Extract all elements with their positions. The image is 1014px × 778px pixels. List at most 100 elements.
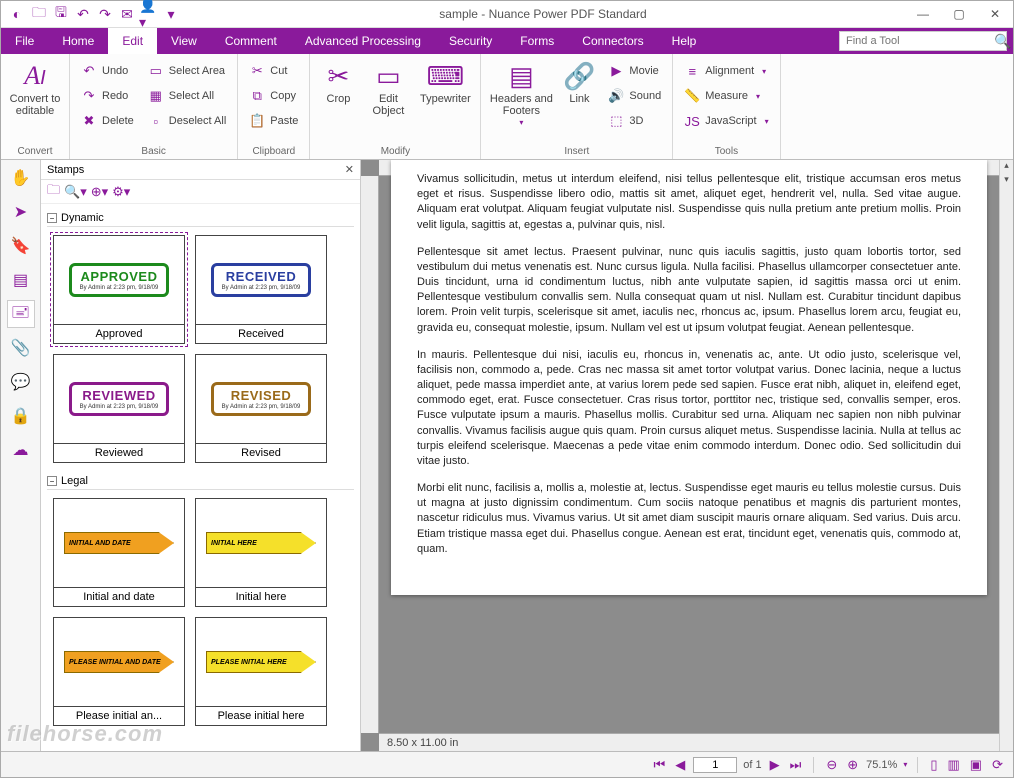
stamp-please-initial-here[interactable]: PLEASE INITIAL HEREPlease initial here	[195, 617, 327, 726]
sound-button[interactable]: 🔊Sound	[605, 85, 664, 107]
find-tool[interactable]: 🔍	[839, 31, 1007, 51]
zoom-out-icon[interactable]: ⊖	[824, 757, 839, 773]
menu-advanced-processing[interactable]: Advanced Processing	[291, 28, 435, 54]
convert-to-editable-button[interactable]: AI Convert to editable	[7, 58, 63, 121]
search-icon[interactable]: 🔍	[994, 33, 1011, 50]
stamp-please-initial-an-[interactable]: PLEASE INITIAL AND DATEPlease initial an…	[53, 617, 185, 726]
menu-forms[interactable]: Forms	[506, 28, 568, 54]
javascript-button[interactable]: JSJavaScript▾	[681, 110, 771, 132]
user-icon[interactable]: 👤▾	[139, 4, 159, 24]
stamps-settings-icon[interactable]: ⚙▾	[112, 184, 130, 200]
scrollbar-vertical[interactable]: ▴ ▾	[999, 160, 1013, 751]
ribbon-group-modify: ✂Crop ▭Edit Object ⌨Typewriter Modify	[310, 54, 481, 159]
copy-icon: ⧉	[249, 88, 265, 104]
panel-close-icon[interactable]: ✕	[345, 163, 354, 176]
app-icon: ◐	[7, 4, 27, 24]
typewriter-button[interactable]: ⌨Typewriter	[416, 58, 474, 109]
copy-button[interactable]: ⧉Copy	[246, 85, 301, 107]
next-page-icon[interactable]: ▶	[768, 757, 782, 773]
crop-button[interactable]: ✂Crop	[316, 58, 360, 109]
collapse-icon[interactable]: −	[47, 213, 57, 223]
deselect-all-button[interactable]: ▫Deselect All	[145, 110, 229, 132]
select-all-button[interactable]: ▦Select All	[145, 85, 229, 107]
security-rail-icon[interactable]: 🔒	[7, 402, 35, 430]
sound-icon: 🔊	[608, 88, 624, 104]
menu-help[interactable]: Help	[658, 28, 711, 54]
qat-dropdown-icon[interactable]: ▾	[161, 4, 181, 24]
collapse-icon[interactable]: −	[47, 476, 57, 486]
document-page[interactable]: Vivamus sollicitudin, metus ut interdum …	[391, 160, 987, 595]
menu-home[interactable]: Home	[48, 28, 108, 54]
headers-footers-button[interactable]: ▤Headers and Footers▾	[487, 58, 555, 132]
category-legal-header[interactable]: −Legal	[47, 473, 354, 490]
edit-object-button[interactable]: ▭Edit Object	[364, 58, 412, 121]
select-area-button[interactable]: ▭Select Area	[145, 60, 229, 82]
minimize-button[interactable]: —	[905, 1, 941, 27]
open-icon[interactable]: 🗀	[29, 4, 49, 24]
stamps-folder-icon[interactable]: 🗀	[47, 181, 60, 203]
menu-view[interactable]: View	[157, 28, 211, 54]
last-page-icon[interactable]: ⏭	[788, 757, 804, 773]
movie-button[interactable]: ▶Movie	[605, 60, 664, 82]
crop-icon: ✂	[328, 62, 350, 91]
paste-button[interactable]: 📋Paste	[246, 110, 301, 132]
stamps-add-icon[interactable]: ⊕▾	[91, 184, 108, 200]
paste-icon: 📋	[249, 113, 265, 129]
view-rotate-icon[interactable]: ⟳	[990, 757, 1005, 773]
attachments-icon[interactable]: 📎	[7, 334, 35, 362]
stamp-received[interactable]: RECEIVEDBy Admin at 2:23 pm, 9/18/09Rece…	[195, 235, 327, 344]
stamp-approved[interactable]: APPROVEDBy Admin at 2:23 pm, 9/18/09Appr…	[53, 235, 185, 344]
cut-button[interactable]: ✂Cut	[246, 60, 301, 82]
category-dynamic-header[interactable]: −Dynamic	[47, 210, 354, 227]
zoom-in-icon[interactable]: ⊕	[845, 757, 860, 773]
alignment-button[interactable]: ≡Alignment▾	[681, 60, 771, 82]
menu-edit[interactable]: Edit	[108, 28, 157, 54]
pages-icon[interactable]: ▤	[7, 266, 35, 294]
stamps-search-icon[interactable]: 🔍▾	[64, 184, 87, 200]
stamp-reviewed[interactable]: REVIEWEDBy Admin at 2:23 pm, 9/18/09Revi…	[53, 354, 185, 463]
menu-file[interactable]: File	[1, 28, 48, 54]
view-continuous-icon[interactable]: ▥	[946, 757, 962, 773]
first-page-icon[interactable]: ⏮	[652, 757, 668, 773]
menu-security[interactable]: Security	[435, 28, 506, 54]
delete-icon: ✖	[81, 113, 97, 129]
stamp-initial-and-date[interactable]: INITIAL AND DATEInitial and date	[53, 498, 185, 607]
save-icon[interactable]: 🖫	[51, 4, 71, 24]
hand-tool-icon[interactable]: ✋	[7, 164, 35, 192]
undo-icon[interactable]: ↶	[73, 4, 93, 24]
cloud-icon[interactable]: ☁	[7, 436, 35, 464]
prev-page-icon[interactable]: ◀	[673, 757, 687, 773]
pointer-icon[interactable]: ➤	[7, 198, 35, 226]
body-paragraph: Vivamus sollicitudin, metus ut interdum …	[417, 172, 961, 233]
select-area-icon: ▭	[148, 63, 164, 79]
maximize-button[interactable]: ▢	[941, 1, 977, 27]
zoom-value[interactable]: 75.1%	[866, 759, 897, 771]
3d-button[interactable]: ⬚3D	[605, 110, 664, 132]
view-facing-icon[interactable]: ▣	[968, 757, 984, 773]
menu-connectors[interactable]: Connectors	[568, 28, 657, 54]
redo-icon[interactable]: ↷	[95, 4, 115, 24]
menu-comment[interactable]: Comment	[211, 28, 291, 54]
scroll-down-icon[interactable]: ▾	[1000, 174, 1013, 188]
measure-button[interactable]: 📏Measure▾	[681, 85, 771, 107]
view-single-icon[interactable]: ▯	[928, 757, 939, 773]
scroll-up-icon[interactable]: ▴	[1000, 160, 1013, 174]
panel-body: −Dynamic APPROVEDBy Admin at 2:23 pm, 9/…	[41, 204, 360, 751]
undo-button[interactable]: ↶Undo	[78, 60, 137, 82]
titlebar: ◐ 🗀 🖫 ↶ ↷ ✉ 👤▾ ▾ sample - Nuance Power P…	[1, 1, 1013, 28]
delete-button[interactable]: ✖Delete	[78, 110, 137, 132]
bookmark-icon[interactable]: 🔖	[7, 232, 35, 260]
page-number-input[interactable]	[693, 757, 737, 773]
stamp-initial-here[interactable]: INITIAL HEREInitial here	[195, 498, 327, 607]
link-button[interactable]: 🔗Link	[559, 58, 599, 109]
stamps-rail-icon[interactable]: 🖃	[7, 300, 35, 328]
mail-icon[interactable]: ✉	[117, 4, 137, 24]
redo-button[interactable]: ↷Redo	[78, 85, 137, 107]
comments-icon[interactable]: 💬	[7, 368, 35, 396]
ribbon: AI Convert to editable Convert ↶Undo ↷Re…	[1, 54, 1013, 160]
close-button[interactable]: ✕	[977, 1, 1013, 27]
find-tool-input[interactable]	[840, 35, 994, 47]
stamp-revised[interactable]: REVISEDBy Admin at 2:23 pm, 9/18/09Revis…	[195, 354, 327, 463]
group-label-convert: Convert	[7, 144, 63, 157]
group-label-tools: Tools	[679, 144, 773, 157]
